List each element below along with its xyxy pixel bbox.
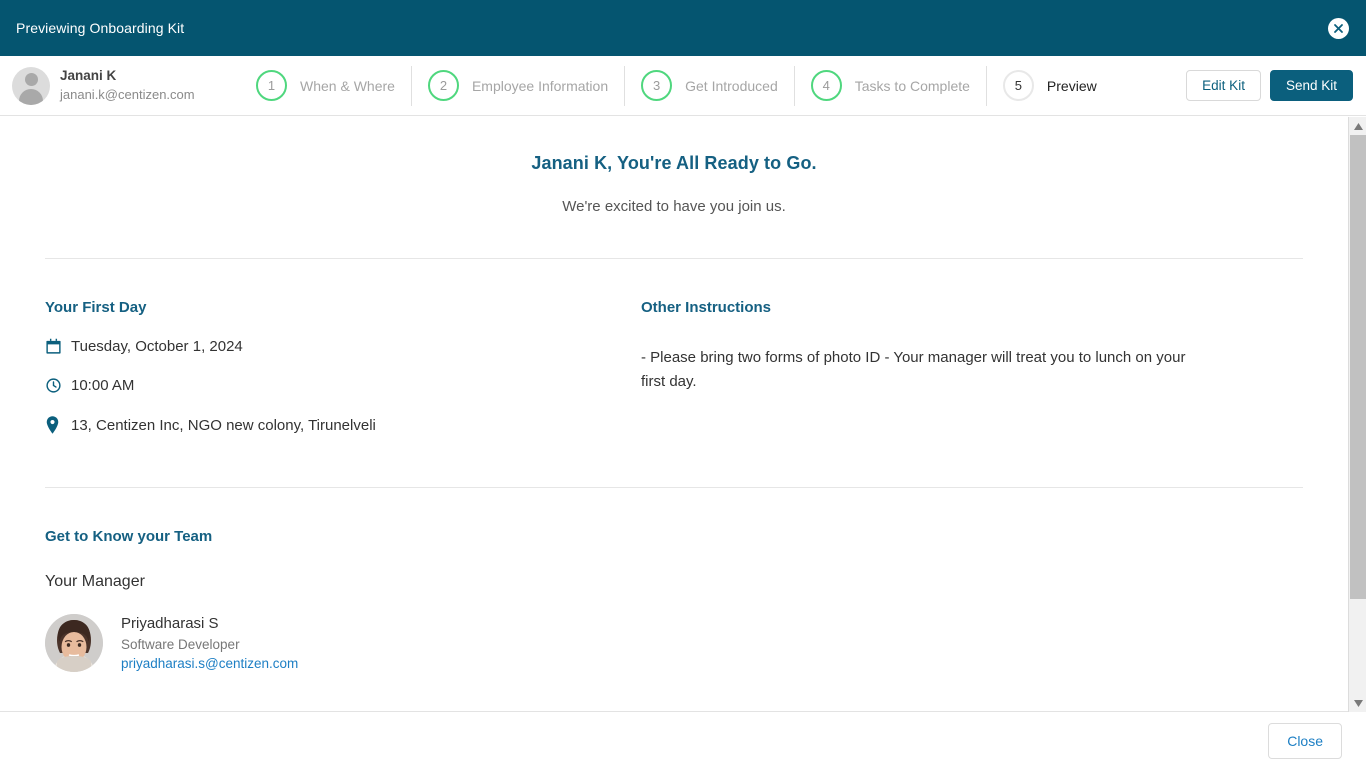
other-instructions-body: - Please bring two forms of photo ID - Y… xyxy=(641,349,1186,390)
content-scrollbar[interactable] xyxy=(1348,117,1366,712)
avatar xyxy=(12,66,50,105)
step-number: 1 xyxy=(256,70,287,101)
scroll-down-arrow-icon[interactable] xyxy=(1349,694,1366,712)
step-number: 3 xyxy=(641,70,673,101)
stepper-actions: Edit Kit Send Kit xyxy=(1186,69,1366,102)
manager-name: Priyadharasi S xyxy=(121,615,219,632)
manager-subheading: Your Manager xyxy=(45,573,145,590)
step-label: Tasks to Complete xyxy=(854,77,970,94)
first-day-time-row: 10:00 AM xyxy=(45,377,641,394)
first-day-column: Your First Day Tuesday, October 1, 2024 xyxy=(45,259,641,434)
other-instructions-heading: Other Instructions xyxy=(641,299,772,316)
step-number: 2 xyxy=(427,70,459,101)
section-divider-bottom xyxy=(45,487,1303,488)
scrollbar-thumb[interactable] xyxy=(1350,135,1366,599)
first-day-location: 13, Centizen Inc, NGO new colony, Tirune… xyxy=(71,416,376,434)
first-day-time: 10:00 AM xyxy=(71,377,135,394)
page-subtitle: We're excited to have you join us. xyxy=(562,198,786,215)
stepper: 1 When & Where 2 Employee Information 3 … xyxy=(240,56,1186,115)
scroll-up-arrow-icon[interactable] xyxy=(1349,117,1366,135)
team-heading: Get to Know your Team xyxy=(45,528,213,545)
step-number: 4 xyxy=(810,70,842,101)
close-x-glyph xyxy=(1334,24,1343,33)
employee-name: Janani K xyxy=(60,67,117,83)
employee-email: janani.k@centizen.com xyxy=(60,86,195,102)
step-tasks-to-complete[interactable]: 4 Tasks to Complete xyxy=(795,65,987,106)
step-number: 5 xyxy=(1002,70,1034,101)
onboarding-stepper-bar: Janani K janani.k@centizen.com 1 When & … xyxy=(0,56,1366,116)
step-label: Employee Information xyxy=(471,77,609,94)
other-instructions-column: Other Instructions - Please bring two fo… xyxy=(641,259,1303,434)
calendar-icon xyxy=(45,338,71,355)
manager-role: Software Developer xyxy=(121,636,240,652)
employee-summary: Janani K janani.k@centizen.com xyxy=(0,66,240,105)
preview-content-area: Janani K, You're All Ready to Go. We're … xyxy=(0,117,1348,712)
manager-email-link[interactable]: priyadharasi.s@centizen.com xyxy=(121,654,298,674)
manager-photo xyxy=(45,614,103,673)
step-get-introduced[interactable]: 3 Get Introduced xyxy=(625,65,795,106)
close-icon[interactable] xyxy=(1328,18,1349,39)
details-columns: Your First Day Tuesday, October 1, 2024 xyxy=(0,259,1348,434)
step-when-and-where[interactable]: 1 When & Where xyxy=(240,65,412,106)
team-section: Get to Know your Team Your Manager Priya… xyxy=(0,528,1348,674)
edit-kit-button[interactable]: Edit Kit xyxy=(1186,69,1261,102)
map-pin-icon xyxy=(45,416,71,434)
first-day-date-row: Tuesday, October 1, 2024 xyxy=(45,338,641,355)
step-label: When & Where xyxy=(300,77,395,94)
step-label: Get Introduced xyxy=(685,77,778,94)
manager-card: Priyadharasi S Software Developer priyad… xyxy=(45,613,1303,674)
first-day-date: Tuesday, October 1, 2024 xyxy=(71,338,243,355)
preview-title: Previewing Onboarding Kit xyxy=(16,20,185,36)
step-employee-information[interactable]: 2 Employee Information xyxy=(412,65,626,106)
dialog-footer: Close xyxy=(0,713,1366,768)
first-day-location-row: 13, Centizen Inc, NGO new colony, Tirune… xyxy=(45,416,641,434)
manager-portrait xyxy=(45,614,103,673)
step-label: Preview xyxy=(1046,77,1097,94)
page-title: Janani K, You're All Ready to Go. xyxy=(531,153,817,173)
first-day-heading: Your First Day xyxy=(45,299,147,316)
step-preview[interactable]: 5 Preview xyxy=(987,66,1113,106)
send-kit-button[interactable]: Send Kit xyxy=(1269,69,1353,102)
close-button[interactable]: Close xyxy=(1268,722,1342,759)
preview-top-bar: Previewing Onboarding Kit xyxy=(0,0,1366,56)
clock-icon xyxy=(45,377,71,394)
